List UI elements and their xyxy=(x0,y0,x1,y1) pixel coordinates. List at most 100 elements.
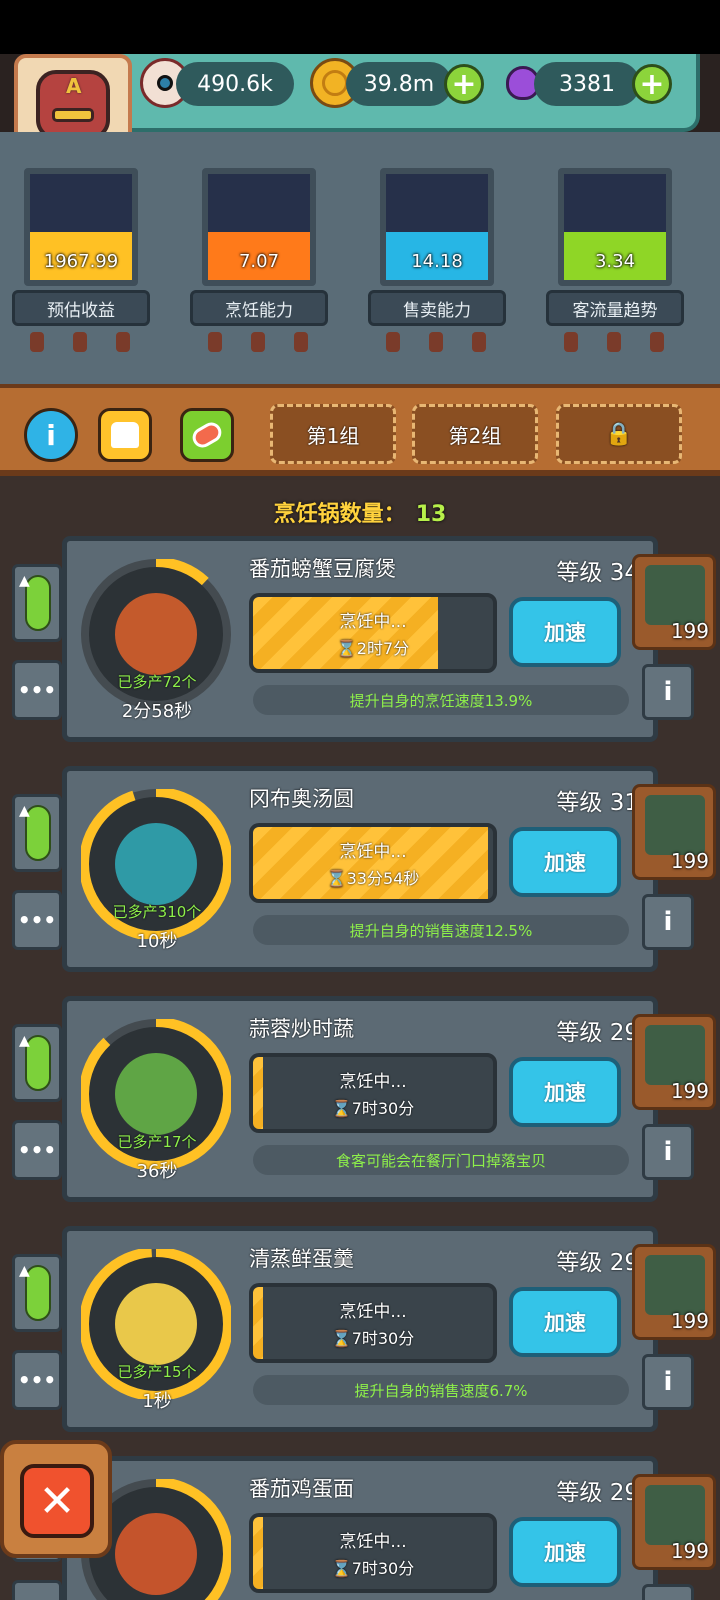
stat-tank: 14.18 xyxy=(380,168,494,286)
up-arrow-icon: ▲ xyxy=(19,1263,30,1279)
dish-info-button[interactable]: i xyxy=(642,1124,694,1180)
dish-name: 清蒸鲜蛋羹 xyxy=(249,1247,354,1271)
cooking-progress: 烹饪中... ⌛2时7分 xyxy=(249,593,497,673)
dish-buff: 提升自身的销售速度12.5% xyxy=(253,915,629,945)
level-prefix: 等级 xyxy=(556,1480,603,1506)
dish-buff: 提升自身的烹饪速度13.9% xyxy=(253,685,629,715)
stat-cooking-ability: 7.07 烹饪能力 xyxy=(184,148,334,352)
info-button[interactable]: i xyxy=(24,408,78,462)
dish-level: 等级 29 xyxy=(556,1243,639,1277)
upgrade-toggle[interactable]: ▲ xyxy=(12,1024,62,1102)
cooking-progress: 烹饪中... ⌛33分54秒 xyxy=(249,823,497,903)
cooking-status: 烹饪中... xyxy=(339,1302,407,1322)
stat-value: 7.07 xyxy=(238,251,280,272)
dish-image xyxy=(115,1513,197,1595)
potion-amount: 3381 xyxy=(534,62,640,106)
dish-card: 已多产15个 1秒 清蒸鲜蛋羹 等级 29 烹饪中... ⌛7时30分 加速 提… xyxy=(62,1226,658,1432)
dish-name: 番茄鸡蛋面 xyxy=(249,1477,354,1501)
time-remaining: ⌛7时30分 xyxy=(253,1555,493,1579)
dish-info-button[interactable]: i xyxy=(642,664,694,720)
reward-box[interactable]: 199 xyxy=(632,784,716,880)
pot-count-label: 烹饪锅数量： xyxy=(273,502,406,527)
time-remaining-value: 2时7分 xyxy=(356,639,410,658)
shirt-icon xyxy=(111,422,139,448)
up-arrow-icon: ▲ xyxy=(19,573,30,589)
upgrade-toggle[interactable]: ▲ xyxy=(12,564,62,642)
upgrade-toggle[interactable]: ▲ xyxy=(12,794,62,872)
speed-up-button[interactable]: 加速 xyxy=(509,1517,621,1587)
reward-box[interactable]: 199 xyxy=(632,1474,716,1570)
reward-box-count: 199 xyxy=(670,1309,709,1333)
reward-box-count: 199 xyxy=(670,1079,709,1103)
upgrade-toggle[interactable]: ▲ xyxy=(12,1254,62,1332)
reward-box-icon xyxy=(645,1025,705,1085)
time-remaining-value: 7时30分 xyxy=(351,1099,415,1118)
reward-box[interactable]: 199 xyxy=(632,1014,716,1110)
tab-locked[interactable]: 🔒 xyxy=(556,404,682,464)
close-icon: ✕ xyxy=(20,1464,94,1538)
more-button[interactable]: ••• xyxy=(12,890,62,950)
stat-value: 1967.99 xyxy=(43,251,119,272)
more-button[interactable]: ••• xyxy=(12,1350,62,1410)
stat-tank: 1967.99 xyxy=(24,168,138,286)
reward-box-icon xyxy=(645,795,705,855)
time-remaining: ⌛2时7分 xyxy=(253,635,493,659)
cooking-status: 烹饪中... xyxy=(339,1072,407,1092)
stat-traffic-trend: 3.34 客流量趋势 xyxy=(540,148,690,352)
speed-up-button[interactable]: 加速 xyxy=(509,1287,621,1357)
more-button[interactable]: ••• xyxy=(12,1120,62,1180)
dish-name: 番茄螃蟹豆腐煲 xyxy=(249,557,396,581)
level-prefix: 等级 xyxy=(556,560,603,586)
up-arrow-icon: ▲ xyxy=(19,1033,30,1049)
cooking-progress: 烹饪中... ⌛7时30分 xyxy=(249,1283,497,1363)
stat-tank: 7.07 xyxy=(202,168,316,286)
stat-label: 售卖能力 xyxy=(368,290,506,326)
dish-name: 蒜蓉炒时蔬 xyxy=(249,1017,354,1041)
stat-estimated-revenue: 1967.99 预估收益 xyxy=(6,148,156,352)
stat-label: 客流量趋势 xyxy=(546,290,684,326)
recipe-button[interactable] xyxy=(180,408,234,462)
hourglass-icon: ⌛ xyxy=(331,1329,352,1348)
more-button[interactable]: ••• xyxy=(12,1580,62,1600)
tab-group-2[interactable]: 第2组 xyxy=(412,404,538,464)
time-remaining-value: 33分54秒 xyxy=(346,869,420,888)
reward-box-count: 199 xyxy=(670,849,709,873)
reward-box-count: 199 xyxy=(670,1539,709,1563)
stat-value: 3.34 xyxy=(594,251,636,272)
dish-image xyxy=(115,823,197,905)
speed-up-button[interactable]: 加速 xyxy=(509,827,621,897)
dish-card: 已多产310个 10秒 冈布奥汤圆 等级 31 烹饪中... ⌛33分54秒 加… xyxy=(62,766,658,972)
dish-info-button[interactable]: i xyxy=(642,1354,694,1410)
hourglass-icon: ⌛ xyxy=(336,639,357,658)
reward-box[interactable]: 199 xyxy=(632,554,716,650)
lock-icon: 🔒 xyxy=(605,421,633,447)
close-button[interactable]: ✕ xyxy=(0,1440,112,1558)
dish-card: 已多产72个 2分58秒 番茄螃蟹豆腐煲 等级 34 烹饪中... ⌛2时7分 … xyxy=(62,536,658,742)
add-coins-button[interactable]: + xyxy=(444,64,484,104)
add-potions-button[interactable]: + xyxy=(632,64,672,104)
dish-info-button[interactable]: i xyxy=(642,894,694,950)
eyeball-amount: 490.6k xyxy=(176,62,294,106)
cooking-progress: 烹饪中... ⌛7时30分 xyxy=(249,1513,497,1593)
level-prefix: 等级 xyxy=(556,790,603,816)
speed-up-button[interactable]: 加速 xyxy=(509,1057,621,1127)
dish-info-button[interactable]: i xyxy=(642,1584,694,1600)
speed-up-button[interactable]: 加速 xyxy=(509,597,621,667)
more-button[interactable]: ••• xyxy=(12,660,62,720)
cooking-status: 烹饪中... xyxy=(339,612,407,632)
pot-count-value: 13 xyxy=(415,502,447,527)
dish-name: 冈布奥汤圆 xyxy=(249,787,354,811)
stat-tank: 3.34 xyxy=(558,168,672,286)
stat-label: 烹饪能力 xyxy=(190,290,328,326)
outfit-button[interactable] xyxy=(98,408,152,462)
dish-level: 等级 31 xyxy=(556,783,639,817)
cycle-timer: 2分58秒 xyxy=(121,701,193,722)
time-remaining: ⌛7时30分 xyxy=(253,1095,493,1119)
up-arrow-icon: ▲ xyxy=(19,803,30,819)
stat-label: 预估收益 xyxy=(12,290,150,326)
reward-box[interactable]: 199 xyxy=(632,1244,716,1340)
stat-legs xyxy=(30,332,130,352)
dish-level: 等级 34 xyxy=(556,553,639,587)
tab-group-1[interactable]: 第1组 xyxy=(270,404,396,464)
avatar-face: A xyxy=(36,70,110,140)
